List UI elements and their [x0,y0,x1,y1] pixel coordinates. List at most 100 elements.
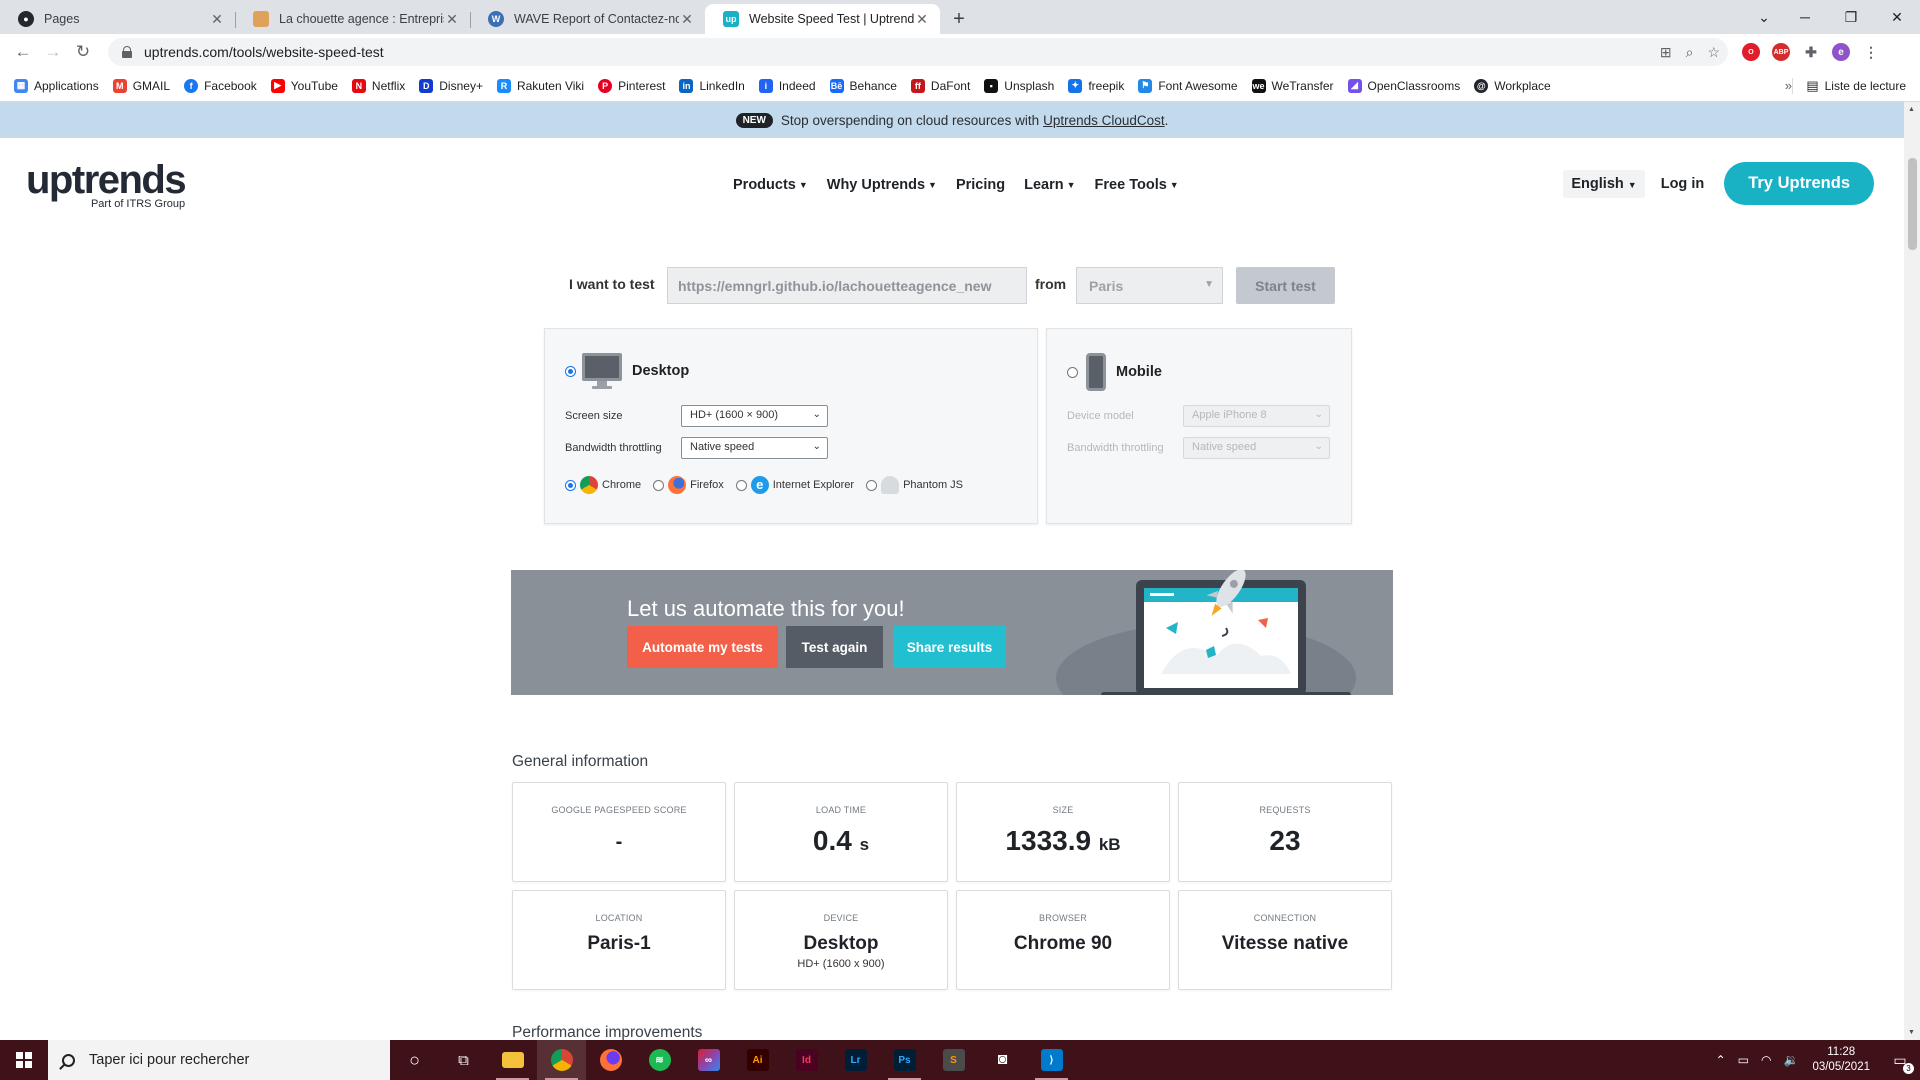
minimize-icon[interactable]: ─ [1782,9,1828,25]
bookmark-item[interactable]: D Disney+ [419,78,483,93]
start-button[interactable] [0,1040,48,1080]
bookmark-item[interactable]: we WeTransfer [1251,78,1334,93]
chrome-radio[interactable] [565,479,576,491]
menu-kebab-icon[interactable]: ⋮ [1862,43,1880,61]
mobile-bandwidth-select[interactable]: Native speed ⌄ [1183,437,1330,459]
cortana-icon[interactable]: ○ [390,1040,439,1080]
browser-tab-wave[interactable]: W WAVE Report of Contactez-nous ✕ [470,4,705,34]
bookmark-item[interactable]: R Rakuten Viki [496,78,584,93]
screen-size-select[interactable]: HD+ (1600 × 900) ⌄ [681,405,828,427]
taskbar-search[interactable]: Taper ici pour rechercher [48,1040,390,1080]
spotify-icon[interactable]: ≋ [635,1040,684,1080]
task-view-icon[interactable]: ⧉ [439,1040,488,1080]
volume-icon[interactable]: 🔉 [1783,1053,1798,1067]
back-icon[interactable]: ← [8,37,38,67]
bookmarks-overflow-icon[interactable]: » [1785,78,1792,93]
bookmark-item[interactable]: Bē Behance [829,78,897,93]
browser-option-chrome[interactable]: Chrome [565,476,641,494]
sublime-text-icon[interactable]: S [929,1040,978,1080]
desktop-radio[interactable] [565,365,576,377]
forward-icon[interactable]: → [38,37,68,67]
uptrends-logo[interactable]: uptrends Part of ITRS Group [26,160,187,210]
close-tab-icon[interactable]: ✕ [444,11,460,28]
lock-icon[interactable] [122,46,132,58]
nav-free-tools[interactable]: Free Tools ▼ [1095,177,1179,193]
restore-icon[interactable]: ❐ [1828,9,1874,26]
wifi-icon[interactable]: ◠ [1761,1053,1771,1067]
vscode-icon[interactable]: ⟩ [1027,1040,1076,1080]
mobile-radio[interactable] [1067,366,1078,378]
bookmark-item[interactable]: ff DaFont [910,78,970,93]
creative-cloud-icon[interactable]: ∞ [684,1040,733,1080]
adblock-icon[interactable]: ABP [1772,43,1790,61]
bookmark-item[interactable]: ⚑ Font Awesome [1138,78,1238,93]
photoshop-icon[interactable]: Ps [880,1040,929,1080]
close-tab-icon[interactable]: ✕ [209,11,225,28]
bandwidth-select[interactable]: Native speed ⌄ [681,437,828,459]
bookmark-item[interactable]: ▶ YouTube [270,78,338,93]
chrome-taskbar-icon[interactable] [537,1040,586,1080]
bookmark-item[interactable]: N Netflix [351,78,405,93]
translate-icon[interactable]: ⊞ [1660,44,1672,61]
start-test-button[interactable]: Start test [1236,267,1335,304]
reload-icon[interactable]: ↻ [68,37,98,67]
browser-option-ie[interactable]: e Internet Explorer [735,476,854,494]
location-select[interactable]: Paris ▼ [1076,267,1223,304]
bookmark-item[interactable]: ▪ Unsplash [984,78,1054,93]
browser-option-phantomjs[interactable]: Phantom JS [866,476,963,494]
profile-avatar-icon[interactable]: e [1832,43,1850,61]
bookmark-item[interactable]: f Facebook [184,78,257,93]
bookmark-item[interactable]: ▦ Applications [14,78,99,93]
cloudcost-link[interactable]: Uptrends CloudCost [1043,113,1165,128]
ie-radio[interactable] [735,479,747,491]
test-again-button[interactable]: Test again [786,626,883,668]
url-input[interactable]: https://emngrl.github.io/lachouetteagenc… [667,267,1027,304]
bookmark-star-icon[interactable]: ☆ [1707,44,1720,61]
scroll-down-icon[interactable]: ▼ [1908,1029,1915,1036]
bookmark-item[interactable]: ◢ OpenClassrooms [1347,78,1460,93]
firefox-taskbar-icon[interactable] [586,1040,635,1080]
phantomjs-radio[interactable] [866,479,878,491]
login-link[interactable]: Log in [1661,176,1705,192]
close-window-icon[interactable]: ✕ [1874,9,1920,26]
device-model-select[interactable]: Apple iPhone 8 ⌄ [1183,405,1330,427]
browser-tab-pages[interactable]: ● Pages ✕ [0,4,235,34]
close-tab-icon[interactable]: ✕ [914,11,930,28]
file-explorer-icon[interactable] [488,1040,537,1080]
address-bar[interactable]: uptrends.com/tools/website-speed-test ⊞ … [108,38,1728,66]
mobile-option[interactable]: Mobile [1067,353,1162,391]
tray-overflow-icon[interactable]: ⌃ [1716,1053,1726,1067]
firefox-radio[interactable] [653,479,665,491]
language-selector[interactable]: English ▼ [1563,169,1645,198]
opera-extension-icon[interactable]: O [1742,43,1760,61]
nav-learn[interactable]: Learn ▼ [1024,177,1075,193]
bookmark-item[interactable]: @ Workplace [1474,78,1551,93]
share-results-button[interactable]: Share results [893,626,1006,668]
close-tab-icon[interactable]: ✕ [679,11,695,28]
desktop-option[interactable]: Desktop [565,353,689,389]
try-uptrends-button[interactable]: Try Uptrends [1724,162,1874,205]
zoom-icon[interactable]: ⌕ [1686,44,1694,61]
battery-icon[interactable]: ▭ [1738,1053,1749,1067]
indesign-icon[interactable]: Id [782,1040,831,1080]
illustrator-icon[interactable]: Ai [733,1040,782,1080]
page-scrollbar[interactable]: ▲ ▼ [1904,102,1920,1040]
nav-products[interactable]: Products ▼ [733,177,808,193]
bookmark-item[interactable]: in LinkedIn [679,78,745,93]
puzzle-extensions-icon[interactable]: ✚ [1802,43,1820,61]
new-tab-button[interactable]: + [944,4,974,34]
scroll-thumb[interactable] [1908,158,1917,250]
bookmark-item[interactable]: ✦ freepik [1068,78,1124,93]
automate-my-tests-button[interactable]: Automate my tests [627,626,778,668]
browser-tab-uptrends[interactable]: up Website Speed Test | Uptrends ✕ [705,4,940,34]
notifications-icon[interactable]: ▭ 3 [1880,1040,1920,1080]
browser-option-firefox[interactable]: Firefox [653,476,724,494]
reading-list[interactable]: ▤ Liste de lecture [1792,70,1906,102]
scroll-up-icon[interactable]: ▲ [1908,106,1915,113]
tab-search-icon[interactable]: ⌄ [1746,9,1782,26]
nav-pricing[interactable]: Pricing [956,177,1005,193]
lightroom-icon[interactable]: Lr [831,1040,880,1080]
clock[interactable]: 11:28 03/05/2021 [1812,1045,1870,1075]
browser-tab-chouette[interactable]: La chouette agence : Entreprise w ✕ [235,4,470,34]
vr-headset-icon[interactable]: ◙ [978,1040,1027,1080]
